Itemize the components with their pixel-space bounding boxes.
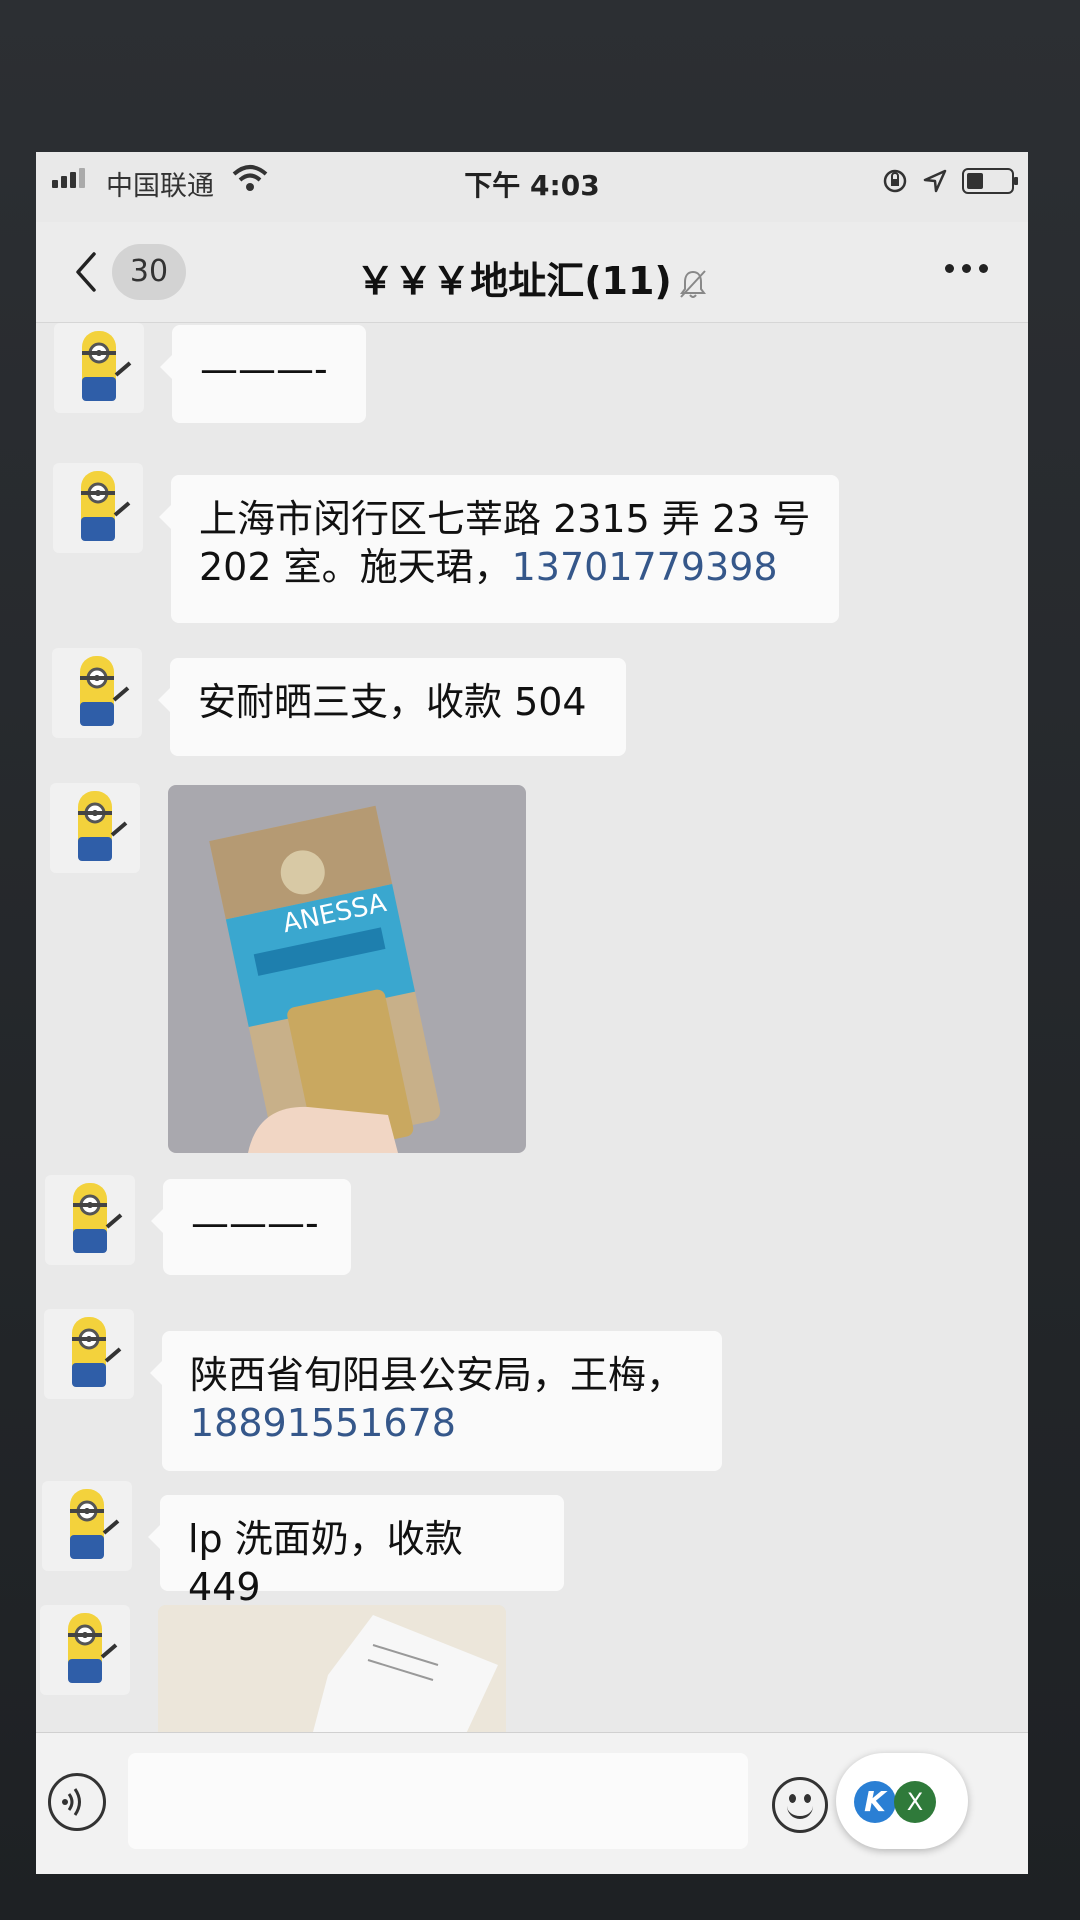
rotation-lock-icon bbox=[883, 169, 907, 193]
battery-icon bbox=[962, 168, 1018, 194]
message-bubble[interactable]: 上海市闵行区七莘路 2315 弄 23 号 202 室。施天珺，13701779… bbox=[159, 475, 839, 623]
group-title-text: ￥￥￥地址汇(11) bbox=[356, 259, 672, 303]
avatar-minion-icon[interactable] bbox=[40, 1605, 130, 1695]
message-bubble[interactable]: 陕西省旬阳县公安局，王梅，18891551678 bbox=[150, 1331, 722, 1471]
product-photo: ANESSA bbox=[168, 785, 526, 1153]
k-app-icon[interactable]: K bbox=[854, 1781, 896, 1823]
group-title: ￥￥￥地址汇(11) bbox=[36, 250, 1028, 305]
input-bar: K X bbox=[36, 1732, 1028, 1874]
phone-screen: 中国联通 下午 4:03 30 ￥￥￥地址汇(11) ———- 上海市闵行区七莘… bbox=[36, 152, 1028, 1874]
clock: 下午 4:03 bbox=[464, 169, 600, 202]
more-icon[interactable] bbox=[945, 264, 988, 273]
message-bubble[interactable]: lp 洗面奶，收款 449 bbox=[148, 1495, 564, 1609]
message-text: 安耐晒三支，收款 504 bbox=[198, 680, 587, 724]
avatar-minion-icon[interactable] bbox=[44, 1309, 134, 1399]
avatar-minion-icon[interactable] bbox=[45, 1175, 135, 1265]
phone-link[interactable]: 18891551678 bbox=[190, 1401, 456, 1445]
product-photo bbox=[158, 1605, 506, 1751]
avatar-minion-icon[interactable] bbox=[52, 648, 142, 738]
location-icon bbox=[923, 169, 947, 193]
close-x-icon[interactable]: X bbox=[894, 1781, 936, 1823]
image-message[interactable] bbox=[158, 1605, 506, 1751]
phone-link[interactable]: 13701779398 bbox=[512, 545, 778, 589]
message-bubble[interactable]: ———- bbox=[160, 325, 366, 423]
avatar-minion-icon[interactable] bbox=[53, 463, 143, 553]
message-text: lp 洗面奶，收款 449 bbox=[188, 1517, 463, 1609]
emoji-icon[interactable] bbox=[772, 1777, 828, 1833]
avatar-minion-icon[interactable] bbox=[42, 1481, 132, 1571]
status-icons bbox=[882, 168, 1018, 194]
chat-header: 30 ￥￥￥地址汇(11) bbox=[36, 222, 1028, 323]
message-list[interactable]: ———- 上海市闵行区七莘路 2315 弄 23 号 202 室。施天珺，137… bbox=[36, 323, 1028, 1751]
status-bar: 中国联通 下午 4:03 bbox=[36, 152, 1028, 222]
image-message[interactable]: ANESSA bbox=[168, 785, 526, 1153]
message-text: ———- bbox=[200, 347, 328, 391]
message-bubble[interactable]: 安耐晒三支，收款 504 bbox=[158, 658, 626, 756]
avatar-minion-icon[interactable] bbox=[50, 783, 140, 873]
avatar-minion-icon[interactable] bbox=[54, 323, 144, 413]
message-bubble[interactable]: ———- bbox=[151, 1179, 351, 1275]
floating-widget[interactable]: K X bbox=[836, 1753, 968, 1849]
message-text: 陕西省旬阳县公安局，王梅， bbox=[190, 1353, 685, 1397]
mute-bell-icon bbox=[679, 269, 706, 298]
voice-icon[interactable] bbox=[48, 1773, 106, 1831]
message-input[interactable] bbox=[128, 1753, 748, 1849]
message-text: ———- bbox=[191, 1201, 319, 1245]
